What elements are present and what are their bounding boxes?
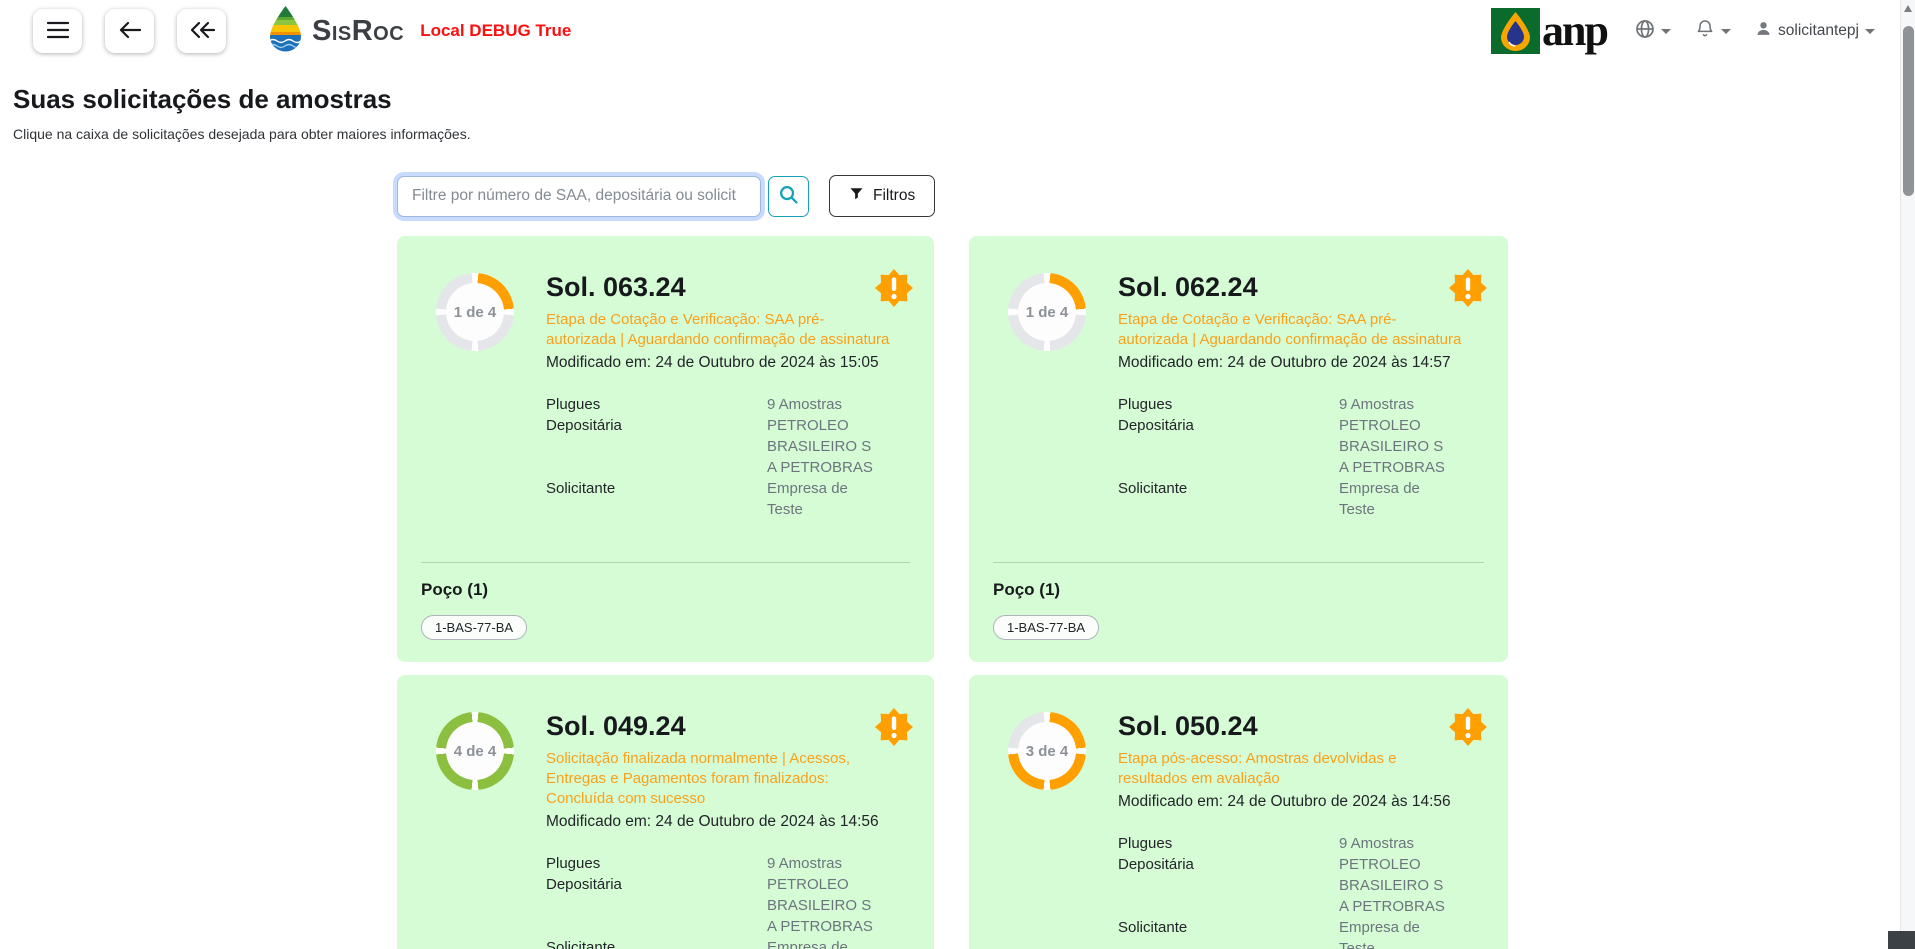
- search-toolbar: Filtros: [397, 175, 1915, 217]
- depositaria-value: PETROLEO BRASILEIRO S A PETROBRAS: [767, 415, 879, 478]
- username-label: solicitantepj: [1778, 22, 1859, 40]
- warning-badge-icon: [1449, 269, 1487, 307]
- filters-button[interactable]: Filtros: [829, 175, 935, 217]
- top-navbar: SisRoc Local DEBUG True anp: [0, 0, 1915, 62]
- modified-date: Modificado em: 24 de Outubro de 2024 às …: [546, 811, 891, 833]
- globe-icon: [1635, 19, 1655, 44]
- plugues-label: Plugues: [1118, 833, 1339, 854]
- chevron-down-icon: [1721, 29, 1731, 34]
- vertical-scrollbar[interactable]: [1900, 0, 1915, 949]
- page-subtitle: Clique na caixa de solicitações desejada…: [13, 126, 1915, 142]
- details-grid: Plugues 9 Amostras Depositária PETROLEO …: [546, 394, 910, 520]
- modified-date: Modificado em: 24 de Outubro de 2024 às …: [546, 352, 891, 374]
- user-icon: [1755, 20, 1772, 42]
- solicitante-label: Solicitante: [1118, 917, 1339, 949]
- solicitation-card[interactable]: 1 de 4 Sol. 063.24 Etapa de Cotação e Ve…: [397, 236, 934, 662]
- progress-ring: 1 de 4: [436, 273, 514, 351]
- solicitation-card[interactable]: 1 de 4 Sol. 062.24 Etapa de Cotação e Ve…: [969, 236, 1508, 662]
- depositaria-value: PETROLEO BRASILEIRO S A PETROBRAS: [767, 874, 879, 937]
- progress-label: 1 de 4: [1018, 283, 1076, 341]
- progress-ring: 3 de 4: [1008, 712, 1086, 790]
- user-menu[interactable]: solicitantepj: [1755, 20, 1875, 42]
- plugues-value: 9 Amostras: [1339, 833, 1451, 854]
- progress-ring: 4 de 4: [436, 712, 514, 790]
- solicitation-number: Sol. 062.24: [1118, 272, 1463, 303]
- hamburger-icon: [47, 21, 69, 42]
- progress-label: 1 de 4: [446, 283, 504, 341]
- solicitante-value: Empresa de Teste: [767, 937, 879, 949]
- sisroc-brand[interactable]: SisRoc: [267, 5, 404, 57]
- chevron-down-icon: [1661, 29, 1671, 34]
- depositaria-label: Depositária: [546, 874, 767, 937]
- modified-date: Modificado em: 24 de Outubro de 2024 às …: [1118, 352, 1463, 374]
- solicitante-value: Empresa de Teste: [1339, 917, 1451, 949]
- modified-date: Modificado em: 24 de Outubro de 2024 às …: [1118, 791, 1463, 813]
- solicitante-label: Solicitante: [546, 478, 767, 520]
- progress-label: 4 de 4: [446, 722, 504, 780]
- divider: [421, 562, 910, 563]
- solicitation-status: Etapa de Cotação e Verificação: SAA pré-…: [546, 310, 891, 350]
- progress-label: 3 de 4: [1018, 722, 1076, 780]
- well-tag: 1-BAS-77-BA: [993, 615, 1099, 640]
- solicitation-number: Sol. 049.24: [546, 711, 891, 742]
- depositaria-label: Depositária: [1118, 854, 1339, 917]
- details-grid: Plugues 9 Amostras Depositária PETROLEO …: [1118, 394, 1484, 520]
- plugues-label: Plugues: [1118, 394, 1339, 415]
- details-grid: Plugues 9 Amostras Depositária PETROLEO …: [1118, 833, 1484, 949]
- sisroc-logo-icon: [267, 5, 304, 57]
- debug-flag-label: Local DEBUG True: [420, 21, 571, 41]
- depositaria-label: Depositária: [1118, 415, 1339, 478]
- depositaria-label: Depositária: [546, 415, 767, 478]
- double-arrow-left-icon: [189, 21, 215, 42]
- progress-ring: 1 de 4: [1008, 273, 1086, 351]
- scrollbar-corner: [1888, 931, 1915, 949]
- well-tag: 1-BAS-77-BA: [421, 615, 527, 640]
- back-button[interactable]: [105, 9, 154, 53]
- solicitation-number: Sol. 050.24: [1118, 711, 1463, 742]
- solicitation-number: Sol. 063.24: [546, 272, 891, 303]
- language-menu[interactable]: [1635, 19, 1671, 44]
- solicitation-status: Etapa de Cotação e Verificação: SAA pré-…: [1118, 310, 1463, 350]
- solicitante-value: Empresa de Teste: [767, 478, 879, 520]
- search-icon: [778, 184, 799, 208]
- search-button[interactable]: [768, 176, 809, 217]
- solicitation-status: Etapa pós-acesso: Amostras devolvidas e …: [1118, 749, 1463, 789]
- warning-badge-icon: [1449, 708, 1487, 746]
- scrollbar-thumb[interactable]: [1903, 26, 1914, 196]
- filter-funnel-icon: [849, 186, 864, 206]
- solicitante-label: Solicitante: [1118, 478, 1339, 520]
- bell-icon: [1695, 18, 1715, 44]
- solicitation-card[interactable]: 4 de 4 Sol. 049.24 Solicitação finalizad…: [397, 675, 934, 949]
- page-title: Suas solicitações de amostras: [13, 84, 1915, 115]
- arrow-left-icon: [119, 21, 141, 42]
- menu-button[interactable]: [33, 9, 82, 53]
- plugues-label: Plugues: [546, 394, 767, 415]
- solicitante-value: Empresa de Teste: [1339, 478, 1451, 520]
- anp-logo: anp: [1491, 8, 1607, 54]
- anp-wordmark: anp: [1542, 9, 1607, 53]
- warning-badge-icon: [875, 708, 913, 746]
- solicitation-card[interactable]: 3 de 4 Sol. 050.24 Etapa pós-acesso: Amo…: [969, 675, 1508, 949]
- notifications-menu[interactable]: [1695, 18, 1731, 44]
- plugues-value: 9 Amostras: [1339, 394, 1451, 415]
- solicitations-grid: 1 de 4 Sol. 063.24 Etapa de Cotação e Ve…: [397, 236, 1509, 949]
- collapse-button[interactable]: [177, 9, 226, 53]
- depositaria-value: PETROLEO BRASILEIRO S A PETROBRAS: [1339, 415, 1451, 478]
- poco-section-title: Poço (1): [993, 580, 1484, 600]
- plugues-value: 9 Amostras: [767, 394, 879, 415]
- solicitation-status: Solicitação finalizada normalmente | Ace…: [546, 749, 891, 809]
- details-grid: Plugues 9 Amostras Depositária PETROLEO …: [546, 853, 910, 949]
- plugues-label: Plugues: [546, 853, 767, 874]
- scrollbar-up-arrow-icon[interactable]: [1904, 5, 1912, 12]
- chevron-down-icon: [1865, 29, 1875, 34]
- brand-name: SisRoc: [312, 15, 404, 48]
- warning-badge-icon: [875, 269, 913, 307]
- search-input[interactable]: [397, 176, 761, 217]
- divider: [993, 562, 1484, 563]
- filters-button-label: Filtros: [873, 187, 915, 205]
- plugues-value: 9 Amostras: [767, 853, 879, 874]
- poco-section-title: Poço (1): [421, 580, 910, 600]
- depositaria-value: PETROLEO BRASILEIRO S A PETROBRAS: [1339, 854, 1451, 917]
- solicitante-label: Solicitante: [546, 937, 767, 949]
